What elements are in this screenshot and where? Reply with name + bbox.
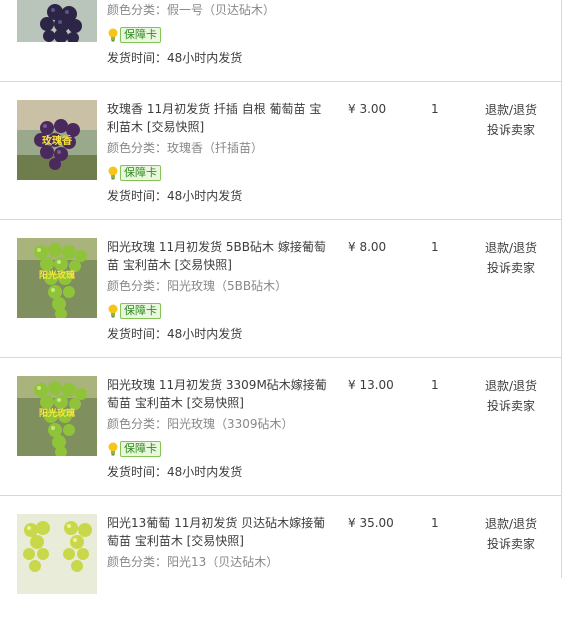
color-variant: 颜色分类：假一号（贝达砧木） — [107, 3, 276, 17]
product-title-link[interactable]: 玫瑰香 11月初发货 扦插 自根 葡萄苗 宝利苗木 [交易快照] — [107, 102, 321, 134]
product-title[interactable]: 阳光玫瑰 11月初发货 5BB砧木 嫁接葡萄苗 宝利苗木 [交易快照] — [107, 238, 332, 274]
product-thumbnail[interactable]: 阳光玫瑰 — [17, 238, 97, 318]
guarantee-badge[interactable]: 保障卡 — [107, 27, 161, 43]
complain-seller-link[interactable]: 投诉卖家 — [480, 258, 542, 278]
bulb-icon — [107, 166, 119, 180]
product-thumbnail[interactable] — [17, 0, 97, 42]
guarantee-card-label: 保障卡 — [120, 165, 161, 181]
product-thumbnail[interactable] — [17, 514, 97, 594]
guarantee-card-label: 保障卡 — [120, 27, 161, 43]
quantity: 1 — [431, 240, 439, 254]
frame-border — [561, 0, 562, 578]
product-title[interactable]: 阳光13葡萄 11月初发货 贝达砧木嫁接葡萄苗 宝利苗木 [交易快照] — [107, 514, 332, 550]
order-item-row: 阳光13葡萄 11月初发货 贝达砧木嫁接葡萄苗 宝利苗木 [交易快照] 颜色分类… — [0, 496, 561, 634]
shipping-time: 发货时间：48小时内发货 — [107, 189, 243, 203]
complain-seller-link[interactable]: 投诉卖家 — [480, 120, 542, 140]
bulb-icon — [107, 304, 119, 318]
bulb-icon — [107, 442, 119, 456]
quantity: 1 — [431, 516, 439, 530]
refund-link[interactable]: 退款/退货 — [480, 376, 542, 396]
order-item-row: 阳光玫瑰 阳光玫瑰 11月初发货 3309M砧木嫁接葡萄苗 宝利苗木 [交易快照… — [0, 358, 561, 496]
order-actions: 退款/退货 投诉卖家 — [480, 376, 542, 416]
unit-price: ¥ 8.00 — [348, 240, 387, 254]
guarantee-badge[interactable]: 保障卡 — [107, 303, 161, 319]
color-variant: 颜色分类：玫瑰香（扦插苗） — [107, 141, 264, 155]
order-actions: 退款/退货 投诉卖家 — [480, 238, 542, 278]
color-variant: 颜色分类：阳光13（贝达砧木） — [107, 555, 279, 569]
product-title-link[interactable]: 阳光13葡萄 11月初发货 贝达砧木嫁接葡萄苗 宝利苗木 [交易快照] — [107, 516, 325, 548]
quantity: 1 — [431, 378, 439, 392]
product-title-link[interactable]: 阳光玫瑰 11月初发货 3309M砧木嫁接葡萄苗 宝利苗木 [交易快照] — [107, 378, 327, 410]
order-actions: 退款/退货 投诉卖家 — [480, 100, 542, 140]
order-actions: 退款/退货 投诉卖家 — [480, 514, 542, 554]
product-title[interactable]: 玫瑰香 11月初发货 扦插 自根 葡萄苗 宝利苗木 [交易快照] — [107, 100, 332, 136]
product-thumbnail[interactable]: 玫瑰香 — [17, 100, 97, 180]
unit-price: ¥ 3.00 — [348, 102, 387, 116]
guarantee-card-label: 保障卡 — [120, 303, 161, 319]
product-title[interactable]: 阳光玫瑰 11月初发货 3309M砧木嫁接葡萄苗 宝利苗木 [交易快照] — [107, 376, 332, 412]
complain-seller-link[interactable]: 投诉卖家 — [480, 534, 542, 554]
product-thumbnail[interactable]: 阳光玫瑰 — [17, 376, 97, 456]
refund-link[interactable]: 退款/退货 — [480, 514, 542, 534]
complain-seller-link[interactable]: 投诉卖家 — [480, 396, 542, 416]
quantity: 1 — [431, 102, 439, 116]
guarantee-badge[interactable]: 保障卡 — [107, 165, 161, 181]
product-title-link[interactable]: 阳光玫瑰 11月初发货 5BB砧木 嫁接葡萄苗 宝利苗木 [交易快照] — [107, 240, 326, 272]
shipping-time: 发货时间：48小时内发货 — [107, 51, 243, 65]
image-watermark-text: 玫瑰香 — [42, 134, 72, 147]
order-item-row: 玫瑰香 玫瑰香 11月初发货 扦插 自根 葡萄苗 宝利苗木 [交易快照] 颜色分… — [0, 82, 561, 220]
shipping-time: 发货时间：48小时内发货 — [107, 465, 243, 479]
order-item-row: 阳光玫瑰 阳光玫瑰 11月初发货 5BB砧木 嫁接葡萄苗 宝利苗木 [交易快照]… — [0, 220, 561, 358]
image-watermark-text: 阳光玫瑰 — [39, 407, 75, 419]
color-variant: 颜色分类：阳光玫瑰（3309砧木） — [107, 417, 294, 431]
refund-link[interactable]: 退款/退货 — [480, 100, 542, 120]
color-variant: 颜色分类：阳光玫瑰（5BB砧木） — [107, 279, 288, 293]
unit-price: ¥ 35.00 — [348, 516, 394, 530]
refund-link[interactable]: 退款/退货 — [480, 238, 542, 258]
image-watermark-text: 阳光玫瑰 — [39, 269, 75, 281]
guarantee-card-label: 保障卡 — [120, 441, 161, 457]
bulb-icon — [107, 28, 119, 42]
shipping-time: 发货时间：48小时内发货 — [107, 327, 243, 341]
guarantee-badge[interactable]: 保障卡 — [107, 441, 161, 457]
unit-price: ¥ 13.00 — [348, 378, 394, 392]
order-item-row: 颜色分类：假一号（贝达砧木） 保障卡 发货时间：48小时内发货 — [0, 0, 561, 82]
